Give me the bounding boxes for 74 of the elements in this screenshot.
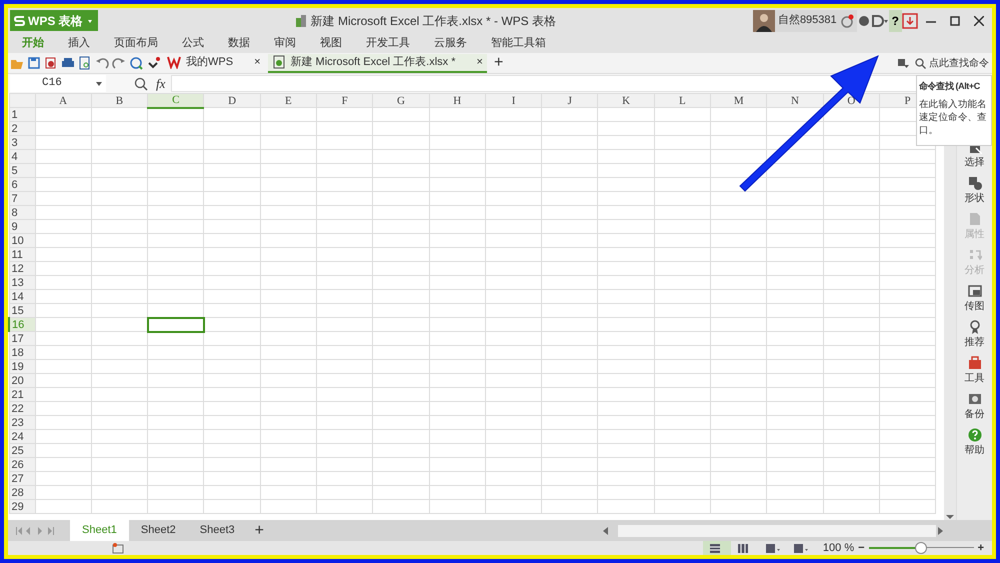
column-header[interactable]: M <box>710 94 767 108</box>
row-header[interactable]: 22 <box>9 402 35 416</box>
row-header[interactable]: 4 <box>9 150 35 164</box>
column-header[interactable]: K <box>598 94 654 108</box>
sidebar-button[interactable]: 工具 <box>964 356 984 386</box>
ribbon-tab[interactable]: 数据 <box>228 34 250 52</box>
column-header[interactable]: J <box>542 94 598 108</box>
sidebar-button[interactable]: 形状 <box>964 176 984 206</box>
column-header[interactable]: I <box>485 94 542 108</box>
row-header[interactable]: 9 <box>9 220 35 234</box>
help-button[interactable]: ? <box>888 10 902 32</box>
ribbon-tab[interactable]: 智能工具箱 <box>491 34 546 52</box>
row-header[interactable]: 3 <box>9 136 35 150</box>
row-header[interactable]: 15 <box>9 304 35 318</box>
row-header[interactable]: 5 <box>9 164 35 178</box>
column-header[interactable]: L <box>654 94 711 108</box>
new-tab-button[interactable]: + <box>490 51 508 75</box>
row-header[interactable]: 24 <box>9 430 35 444</box>
tooltip-title: 命令查找 (Alt+C <box>919 80 980 93</box>
column-header[interactable]: N <box>766 94 824 108</box>
sidebar-button[interactable]: 帮助 <box>964 428 984 458</box>
ribbon-tab[interactable]: 页面布局 <box>114 34 158 52</box>
row-header[interactable]: 25 <box>9 444 35 458</box>
row-header[interactable]: 11 <box>9 248 35 262</box>
close-tab-button[interactable]: × <box>476 54 483 70</box>
row-header[interactable]: 13 <box>9 276 35 290</box>
column-header[interactable]: A <box>35 94 92 108</box>
row-header[interactable]: 18 <box>9 346 35 360</box>
row-header[interactable]: 7 <box>9 192 35 206</box>
ribbon-tab[interactable]: 公式 <box>182 34 204 52</box>
function-button[interactable]: fx <box>156 74 166 94</box>
row-header[interactable]: 10 <box>9 234 35 248</box>
column-header[interactable]: E <box>260 94 316 108</box>
zoom-out-button[interactable]: − <box>858 540 865 555</box>
document-tab[interactable]: 我的WPS × <box>163 54 264 72</box>
row-header[interactable]: 19 <box>9 360 35 374</box>
sidebar-button[interactable]: 推荐 <box>964 320 984 350</box>
column-header[interactable]: G <box>372 94 430 108</box>
column-header[interactable]: H <box>429 94 486 108</box>
column-header[interactable]: B <box>91 94 148 108</box>
sidebar-button[interactable]: 备份 <box>964 392 984 422</box>
app-menu-button[interactable]: WPS 表格 <box>10 10 98 31</box>
row-header[interactable]: 8 <box>9 206 35 220</box>
row-header[interactable]: 21 <box>9 388 35 402</box>
column-header[interactable]: F <box>316 94 373 108</box>
row-header[interactable]: 14 <box>9 290 35 304</box>
row-header[interactable]: 28 <box>9 486 35 500</box>
user-name: 自然895381 <box>778 13 837 28</box>
ribbon-tab[interactable]: 审阅 <box>274 34 296 52</box>
document-tab[interactable]: 新建 Microsoft Excel 工作表.xlsx * × <box>268 54 487 72</box>
zoom-in-button[interactable]: + <box>978 540 984 555</box>
name-box[interactable]: C16 <box>10 75 106 92</box>
new-sheet-button[interactable]: + <box>246 518 272 542</box>
row-header[interactable]: 26 <box>9 458 35 472</box>
ribbon-tab[interactable]: 云服务 <box>434 34 467 52</box>
row-header[interactable]: 27 <box>9 472 35 486</box>
ribbon-tab[interactable]: 插入 <box>68 34 90 52</box>
zoom-level: 100 % <box>822 540 854 555</box>
row-header[interactable]: 2 <box>9 122 35 136</box>
column-header[interactable]: D <box>204 94 260 108</box>
row-header[interactable]: 20 <box>9 374 35 388</box>
row-header[interactable]: 12 <box>9 262 35 276</box>
ribbon-tab[interactable]: 开发工具 <box>366 34 410 52</box>
ribbon-tab[interactable]: 视图 <box>320 34 342 52</box>
sheet-tab[interactable]: Sheet1 <box>70 520 129 541</box>
row-header[interactable]: 1 <box>9 108 35 122</box>
row-header[interactable]: 6 <box>9 178 35 192</box>
sidebar-button[interactable]: 传图 <box>964 284 984 314</box>
row-header[interactable]: 23 <box>9 416 35 430</box>
close-tab-button[interactable]: × <box>254 54 260 70</box>
window-title: 新建 Microsoft Excel 工作表.xlsx * - WPS 表格 <box>310 14 556 28</box>
command-search-field[interactable]: 点此查找命令 <box>912 56 992 70</box>
row-header[interactable]: 29 <box>9 500 35 514</box>
row-header[interactable]: 17 <box>9 332 35 346</box>
